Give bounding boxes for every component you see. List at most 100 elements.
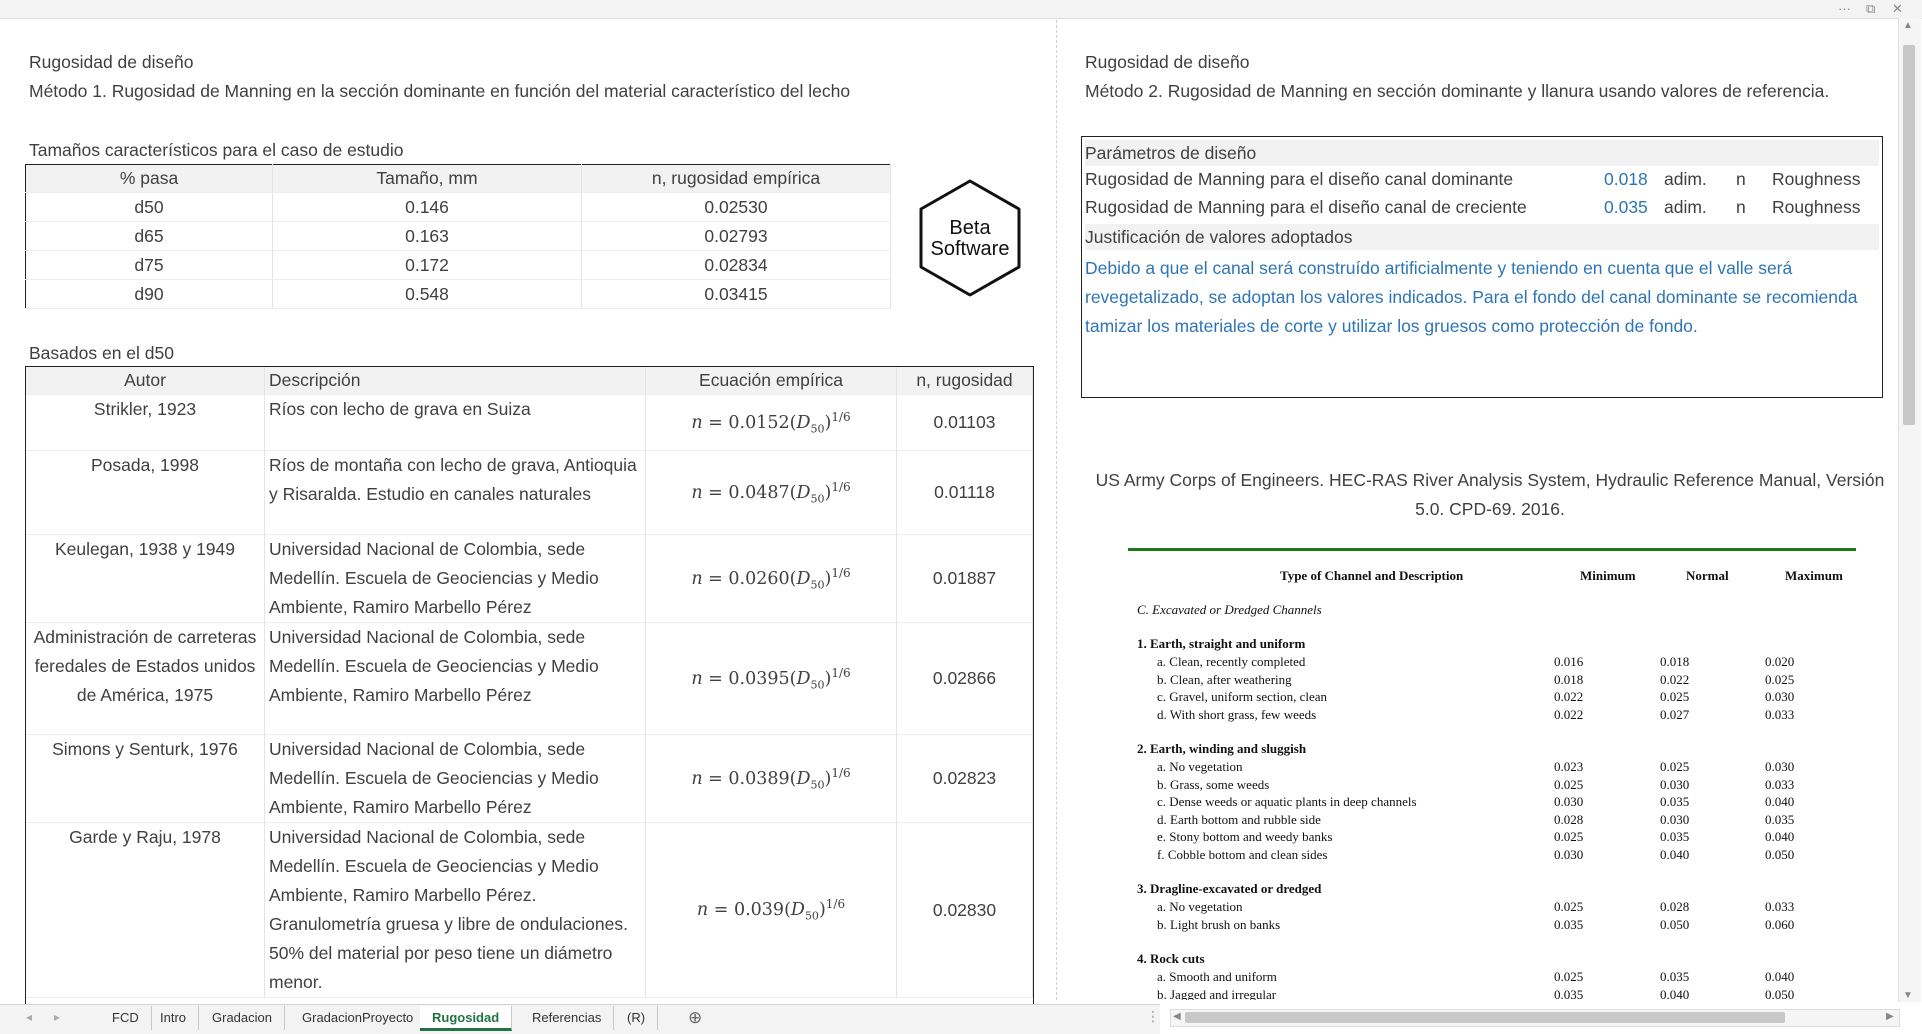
table-cell[interactable]: d90 — [25, 279, 273, 309]
equation-cell[interactable]: n = 0.039(D50)1/6 — [645, 822, 897, 998]
roughness-cell[interactable]: 0.02866 — [896, 622, 1033, 735]
ref-item-label: c. Dense weeds or aquatic plants in deep… — [1157, 794, 1417, 809]
design-parameters-box: Parámetros de diseño Rugosidad de Mannin… — [1081, 136, 1883, 398]
equation-subscript: 50 — [810, 492, 825, 506]
table-cell[interactable]: 0.163 — [272, 221, 582, 251]
table-cell[interactable]: 0.02530 — [581, 192, 891, 222]
table-cell[interactable]: 0.548 — [272, 279, 582, 309]
ref-item-normal: 0.030 — [1660, 776, 1690, 792]
roughness-cell[interactable]: 0.01103 — [896, 394, 1033, 451]
description-cell[interactable]: Universidad Nacional de Colombia, sede M… — [264, 622, 646, 735]
param-label[interactable]: Rugosidad de Manning para el diseño cana… — [1085, 169, 1513, 190]
col-header: Ecuación empírica — [645, 367, 897, 395]
ref-item-normal: 0.025 — [1660, 689, 1690, 704]
equation-subscript: 50 — [810, 578, 825, 592]
description-cell[interactable]: Universidad Nacional de Colombia, sede M… — [264, 734, 646, 823]
ref-item-label: b. Clean, after weathering — [1157, 671, 1292, 687]
sheet-tab-r[interactable]: (R) — [615, 1006, 659, 1030]
horizontal-scroll-thumb[interactable] — [1185, 1012, 1785, 1023]
ref-item-max: 0.040 — [1765, 969, 1795, 984]
scroll-left-icon[interactable]: ◀ — [1173, 1011, 1181, 1022]
next-sheet-icon[interactable]: ▸ — [54, 1010, 60, 1024]
author-cell[interactable]: Simons y Senturk, 1976 — [26, 734, 265, 823]
more-options-icon[interactable]: ··· — [1838, 1, 1851, 16]
equation-cell[interactable]: n = 0.0152(D50)1/6 — [645, 394, 897, 451]
param-unit[interactable]: adim. — [1664, 197, 1707, 218]
author-cell[interactable]: Strikler, 1923 — [26, 394, 265, 451]
equation-exponent: 1/6 — [831, 409, 851, 424]
right-method: Método 2. Rugosidad de Manning en secció… — [1085, 81, 1830, 101]
close-icon[interactable]: ✕ — [1892, 1, 1903, 17]
table-cell[interactable]: d50 — [25, 192, 273, 222]
roughness-cell[interactable]: 0.02830 — [896, 822, 1033, 998]
param-label[interactable]: Rugosidad de Manning para el diseño cana… — [1085, 197, 1527, 218]
ref-item-label: b. Grass, some weeds — [1157, 776, 1270, 792]
add-sheet-icon[interactable]: ⊕ — [688, 1008, 702, 1028]
equation-variable: D — [796, 768, 811, 789]
table-cell[interactable]: 0.172 — [272, 250, 582, 280]
ref-col-header: Normal — [1686, 568, 1729, 583]
param-tag[interactable]: Roughness — [1772, 169, 1861, 190]
scroll-right-icon[interactable]: ▶ — [1886, 1011, 1894, 1022]
ref-item-label: c. Gravel, uniform section, clean — [1157, 689, 1328, 704]
ref-item-normal: 0.018 — [1660, 654, 1690, 669]
ref-item-normal: 0.035 — [1660, 794, 1690, 809]
description-cell[interactable]: Ríos de montaña con lecho de grava, Anti… — [264, 450, 646, 535]
ref-item-min: 0.025 — [1554, 776, 1584, 792]
author-cell[interactable]: Keulegan, 1938 y 1949 — [26, 534, 265, 623]
ref-item-normal: 0.050 — [1660, 916, 1690, 932]
equation-prefix: n = — [696, 900, 734, 921]
sheet-tab-intro[interactable]: Intro — [148, 1006, 200, 1030]
param-symbol[interactable]: n — [1736, 197, 1746, 218]
sheet-tab-fcd[interactable]: FCD — [100, 1006, 152, 1030]
author-cell[interactable]: Administración de carreteras feredales d… — [26, 622, 265, 735]
prev-sheet-icon[interactable]: ◂ — [26, 1010, 32, 1024]
table-cell[interactable]: 0.02793 — [581, 221, 891, 251]
scroll-down-icon[interactable]: ▼ — [1903, 990, 1913, 1001]
ref-item-label: e. Stony bottom and weedy banks — [1157, 829, 1333, 844]
sheet-tab-gradacion[interactable]: Gradacion — [200, 1006, 285, 1030]
table-cell[interactable]: d65 — [25, 221, 273, 251]
param-value[interactable]: 0.035 — [1604, 197, 1648, 218]
equation-exponent: 1/6 — [831, 479, 851, 494]
ref-item-min: 0.023 — [1554, 759, 1584, 774]
equation-cell[interactable]: n = 0.0389(D50)1/6 — [645, 734, 897, 823]
author-cell[interactable]: Posada, 1998 — [26, 450, 265, 535]
param-value[interactable]: 0.018 — [1604, 169, 1648, 190]
description-cell[interactable]: Universidad Nacional de Colombia, sede M… — [264, 822, 646, 998]
equation-coefficient: 0.0487 — [728, 482, 790, 503]
table-cell[interactable]: d75 — [25, 250, 273, 280]
equation-prefix: n = — [691, 768, 729, 789]
table-row: d50 0.146 0.02530 — [25, 192, 891, 222]
roughness-cell[interactable]: 0.01118 — [896, 450, 1033, 535]
equation-cell[interactable]: n = 0.0487(D50)1/6 — [645, 450, 897, 535]
table-cell[interactable]: 0.146 — [272, 192, 582, 222]
param-tag[interactable]: Roughness — [1772, 197, 1861, 218]
author-cell[interactable]: Garde y Raju, 1978 — [26, 822, 265, 998]
equation-cell[interactable]: n = 0.0395(D50)1/6 — [645, 622, 897, 735]
sheet-tab-gradacionproyecto[interactable]: GradacionProyecto — [290, 1006, 427, 1030]
ref-item-min: 0.016 — [1554, 654, 1584, 669]
ref-item-label: f. Cobble bottom and clean sides — [1157, 846, 1328, 862]
sheet-tab-rugosidad[interactable]: Rugosidad — [420, 1006, 513, 1031]
restore-icon[interactable]: ⧉ — [1866, 1, 1875, 17]
scroll-up-icon[interactable]: ▲ — [1903, 20, 1913, 31]
ref-col-header: Maximum — [1785, 568, 1843, 583]
description-cell[interactable]: Universidad Nacional de Colombia, sede M… — [264, 534, 646, 623]
ref-item-normal: 0.035 — [1660, 829, 1690, 844]
param-symbol[interactable]: n — [1736, 169, 1746, 190]
param-unit[interactable]: adim. — [1664, 169, 1707, 190]
equation-cell[interactable]: n = 0.0260(D50)1/6 — [645, 534, 897, 623]
ref-item-max: 0.030 — [1765, 759, 1795, 774]
table-cell[interactable]: 0.02834 — [581, 250, 891, 280]
ref-item-max: 0.033 — [1765, 706, 1795, 722]
equation-exponent: 1/6 — [825, 897, 846, 912]
ref-item-label: a. No vegetation — [1157, 759, 1243, 774]
description-cell[interactable]: Ríos con lecho de grava en Suiza — [264, 394, 646, 451]
table-cell[interactable]: 0.03415 — [581, 279, 891, 309]
roughness-cell[interactable]: 0.01887 — [896, 534, 1033, 623]
roughness-cell[interactable]: 0.02823 — [896, 734, 1033, 823]
splitter-handle-icon[interactable]: ⋮ — [1146, 1008, 1160, 1025]
sheet-tab-referencias[interactable]: Referencias — [520, 1006, 615, 1030]
vertical-scroll-thumb[interactable] — [1903, 45, 1915, 425]
